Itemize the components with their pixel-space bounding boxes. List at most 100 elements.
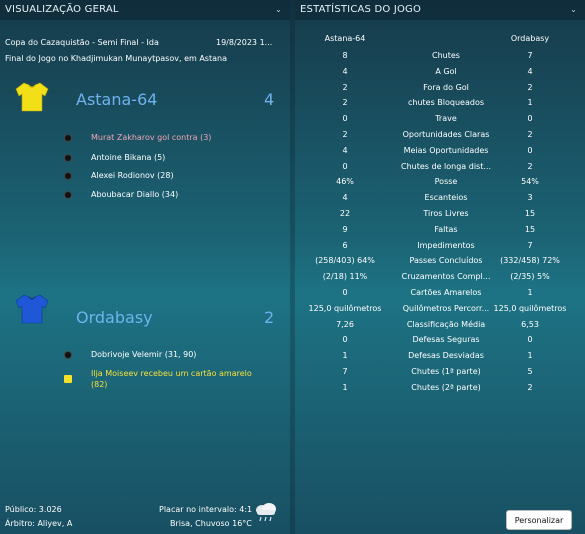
stat-row: 1 Chutes (2ª parte) 2	[295, 380, 585, 395]
stats-header: ESTATÍSTICAS DO JOGO ⌄	[295, 0, 585, 20]
stats-away-team: Ordabasy	[510, 34, 550, 43]
stat-home-value: 4	[342, 145, 348, 155]
home-team-name[interactable]: Astana-64	[76, 90, 157, 109]
event-text-minute: (82)	[91, 380, 108, 389]
away-team-name[interactable]: Ordabasy	[76, 308, 153, 327]
ball-icon	[64, 351, 72, 359]
event-text[interactable]: Alexei Rodionov (28)	[91, 171, 174, 180]
stat-away-value: 15	[524, 224, 536, 234]
stat-away-value: 1	[527, 351, 533, 361]
stat-home-value: (2/18) 11%	[322, 272, 368, 282]
stat-row: 7 Chutes (1ª parte) 5	[295, 364, 585, 379]
halftime-score-label: Placar no intervalo: 4:1	[159, 505, 253, 514]
event-text[interactable]: Ilja Moiseev recebeu um cartão amarelo	[91, 369, 252, 378]
stat-row: 0 Chutes de longa dist... 2	[295, 159, 585, 174]
stat-row: 125,0 quilômetros Quilômetros Percorr... 1…	[295, 301, 585, 316]
stat-home-value: 4	[342, 193, 348, 203]
stat-away-value: 0	[527, 335, 533, 345]
stat-home-value: 2	[342, 130, 348, 139]
stat-away-value: 4	[527, 66, 533, 76]
stat-away-value: (332/458) 72%	[500, 256, 560, 266]
stat-row: 4 Meias Oportunidades 0	[295, 143, 585, 158]
stat-row: 2 Oportunidades Claras 2	[295, 127, 585, 142]
home-shirt-icon	[15, 82, 49, 112]
stat-home-value: (258/403) 64%	[315, 256, 375, 266]
stat-away-value: 1	[527, 288, 533, 297]
stat-row: 7,26 Classificação Média 6,53	[295, 317, 585, 332]
stat-away-value: 5	[527, 367, 533, 376]
weather-label: Brisa, Chuvoso 16°C	[170, 519, 252, 528]
stat-home-value: 2	[342, 98, 348, 108]
event-text[interactable]: Antoine Bikana (5)	[91, 153, 165, 162]
stat-away-value: 6,53	[521, 319, 539, 329]
stat-home-value: 22	[339, 209, 351, 218]
stat-away-value: 2	[527, 82, 533, 92]
rain-cloud-icon	[256, 503, 276, 522]
stat-away-value: 0	[527, 114, 533, 124]
attendance-label: Público: 3.026	[5, 505, 62, 514]
customize-button[interactable]: Personalizar	[506, 510, 572, 530]
stat-row: 9 Faltas 15	[295, 222, 585, 237]
home-team-score: 4	[264, 90, 275, 109]
chevron-down-icon[interactable]: ⌄	[275, 0, 282, 20]
referee-label: Árbitro: Aliyev, A	[5, 519, 73, 528]
stat-away-value: 3	[527, 193, 533, 203]
stat-home-value: 4	[342, 66, 348, 76]
stat-home-value: 0	[342, 161, 348, 171]
stat-row: 0 Trave 0	[295, 111, 585, 126]
own-goal-ball-icon	[64, 134, 72, 142]
stat-row: 1 Defesas Desviadas 1	[295, 348, 585, 363]
stat-away-value: 1	[527, 98, 533, 108]
stat-row: 0 Cartões Amarelos 1	[295, 285, 585, 300]
stat-home-value: 7,26	[336, 319, 354, 329]
stat-row: 4 Escanteios 3	[295, 190, 585, 205]
competition-label: Copa do Cazaquistão - Semi Final - Ida	[5, 38, 159, 47]
ball-icon	[64, 191, 72, 199]
stat-row: 6 Impedimentos 7	[295, 238, 585, 253]
stat-away-value: (2/35) 5%	[510, 272, 550, 282]
overview-title: VISUALIZAÇÃO GERAL	[5, 4, 119, 15]
stat-home-value: 9	[342, 224, 348, 234]
stat-row: (258/403) 64% Passes Concluídos (332/458) …	[295, 253, 585, 268]
away-shirt-icon	[15, 294, 49, 324]
stat-away-value: 7	[527, 240, 533, 250]
event-text[interactable]: Aboubacar Diallo (34)	[91, 190, 178, 199]
overview-header: VISUALIZAÇÃO GERAL ⌄	[0, 0, 290, 20]
stat-row: 2 Fora do Gol 2	[295, 80, 585, 95]
stat-home-value: 46%	[336, 177, 354, 187]
stat-away-value: 2	[527, 382, 533, 392]
stat-away-value: 54%	[521, 177, 539, 187]
stat-away-value: 2	[527, 161, 533, 171]
stat-home-value: 0	[342, 335, 348, 345]
stat-home-value: 2	[342, 82, 348, 92]
stat-home-value: 1	[342, 382, 348, 392]
stats-home-team: Astana-64	[324, 34, 366, 43]
ball-icon	[64, 154, 72, 162]
venue-label: Final do Jogo no Khadjimukan Munaytpasov…	[5, 54, 227, 63]
ball-icon	[64, 172, 72, 180]
away-team-score: 2	[264, 308, 275, 327]
stat-row: 8 Chutes 7	[295, 48, 585, 63]
stat-home-value: 0	[342, 114, 348, 124]
stat-row: 0 Defesas Seguras 0	[295, 332, 585, 347]
match-date: 19/8/2023 1...	[216, 38, 273, 47]
stat-home-value: 6	[342, 240, 348, 250]
stats-title: ESTATÍSTICAS DO JOGO	[300, 4, 422, 15]
stat-home-value: 8	[342, 51, 348, 60]
event-text[interactable]: Dobrivoje Velemir (31, 90)	[91, 350, 196, 359]
stat-row: 4A Gol 4	[295, 64, 585, 79]
stat-away-value: 15	[524, 209, 536, 218]
stat-home-value: 0	[342, 288, 348, 297]
event-text[interactable]: Murat Zakharov gol contra (3)	[91, 133, 211, 142]
stat-row: 2 chutes Bloqueados 1	[295, 95, 585, 110]
stat-away-value: 7	[527, 51, 533, 60]
stat-home-value: 7	[342, 367, 348, 376]
stat-away-value: 125,0 quilômetros	[493, 303, 567, 313]
stat-home-value: 1	[342, 351, 348, 361]
stat-row: 22 Tiros Livres 15	[295, 206, 585, 221]
stat-home-value: 125,0 quilômetros	[308, 303, 382, 313]
stat-away-value: 0	[527, 145, 533, 155]
stat-row: (2/18) 11% Cruzamentos Compl... (2/35) 5%	[295, 269, 585, 284]
stat-away-value: 2	[527, 130, 533, 139]
chevron-down-icon[interactable]: ⌄	[570, 0, 577, 20]
